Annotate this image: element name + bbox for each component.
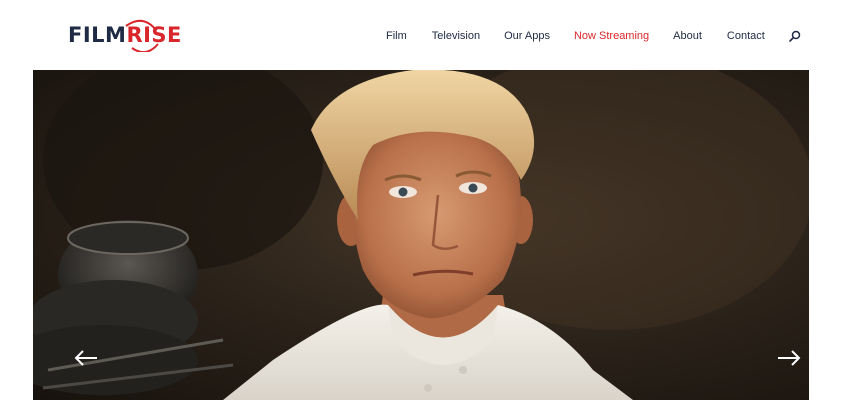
nav-item-about[interactable]: About <box>673 30 702 42</box>
nav-item-contact[interactable]: Contact <box>727 30 765 42</box>
hero-banner <box>33 70 809 400</box>
nav-item-our-apps[interactable]: Our Apps <box>504 30 550 42</box>
hero-image <box>33 70 809 400</box>
arrow-right-icon[interactable] <box>776 348 802 368</box>
logo-arc-icon <box>125 19 159 52</box>
nav-item-television[interactable]: Television <box>432 30 480 42</box>
main-nav: Film Television Our Apps Now Streaming A… <box>386 28 802 44</box>
arrow-left-icon[interactable] <box>73 348 99 368</box>
filmrise-logo[interactable]: FILM RISE <box>68 18 181 52</box>
nav-item-film[interactable]: Film <box>386 30 407 42</box>
site-header: FILM RISE Film Television Our Apps Now S… <box>0 0 841 70</box>
nav-item-now-streaming[interactable]: Now Streaming <box>574 30 649 42</box>
search-icon[interactable] <box>788 29 802 43</box>
